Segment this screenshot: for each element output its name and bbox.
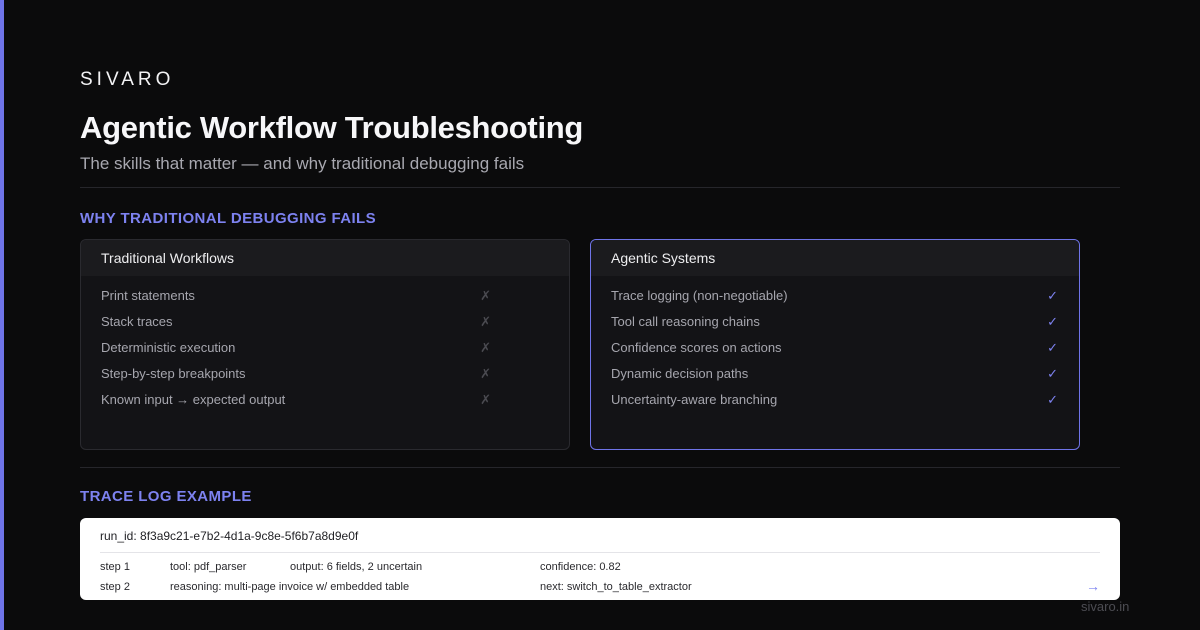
section-heading-trace: TRACE LOG EXAMPLE: [80, 488, 252, 505]
list-item: Stack traces ✗: [81, 313, 569, 339]
list-item: Step-by-step breakpoints ✗: [81, 365, 569, 391]
list-item: Known input → expected output ✗: [81, 391, 569, 417]
list-item-label: Trace logging (non-negotiable): [611, 288, 788, 303]
list-item: Trace logging (non-negotiable) ✓: [591, 287, 1079, 313]
agentic-systems-card: Agentic Systems Trace logging (non-negot…: [590, 239, 1080, 450]
check-icon: ✓: [1047, 392, 1058, 407]
list-item: Dynamic decision paths ✓: [591, 365, 1079, 391]
check-icon: ✓: [1047, 288, 1058, 303]
run-id: run_id: 8f3a9c21-e7b2-4d1a-9c8e-5f6b7a8d…: [100, 529, 359, 543]
cross-icon: ✗: [480, 340, 491, 355]
list-item: Uncertainty-aware branching ✓: [591, 391, 1079, 417]
divider: [80, 187, 1120, 188]
accent-bar: [0, 0, 4, 630]
list-item-label: Tool call reasoning chains: [611, 314, 760, 329]
trace-divider: [100, 552, 1100, 553]
cross-icon: ✗: [480, 314, 491, 329]
list-item-label: Known input → expected output: [101, 392, 286, 407]
arrow-right-icon: →: [1086, 578, 1100, 594]
traditional-workflows-card: Traditional Workflows Print statements ✗ …: [80, 239, 570, 450]
card-title: Traditional Workflows: [81, 240, 569, 276]
section-heading-why: WHY TRADITIONAL DEBUGGING FAILS: [80, 210, 377, 227]
list-item-label: Step-by-step breakpoints: [101, 366, 246, 381]
trace-row: step 1 tool: pdf_parser output: 6 fields…: [80, 561, 1120, 577]
list-item-label: Stack traces: [101, 314, 173, 329]
list-item: Confidence scores on actions ✓: [591, 339, 1079, 365]
trace-step: step 2: [100, 581, 130, 593]
list-item: Tool call reasoning chains ✓: [591, 313, 1079, 339]
trace-reasoning: reasoning: multi-page invoice w/ embedde…: [170, 581, 410, 593]
list-item-label: Dynamic decision paths: [611, 366, 749, 381]
trace-output: output: 6 fields, 2 uncertain: [290, 561, 423, 573]
trace-log-panel: run_id: 8f3a9c21-e7b2-4d1a-9c8e-5f6b7a8d…: [80, 518, 1120, 600]
trace-next: next: switch_to_table_extractor: [540, 581, 692, 593]
trace-step: step 1: [100, 561, 130, 573]
check-icon: ✓: [1047, 366, 1058, 381]
page-title: Agentic Workflow Troubleshooting: [80, 110, 584, 145]
trace-confidence: confidence: 0.82: [540, 561, 621, 573]
trace-tool: tool: pdf_parser: [170, 561, 247, 573]
card-title: Agentic Systems: [591, 240, 1079, 276]
list-item-label: Print statements: [101, 288, 195, 303]
check-icon: ✓: [1047, 314, 1058, 329]
list-item-label: Uncertainty-aware branching: [611, 392, 778, 407]
cross-icon: ✗: [480, 366, 491, 381]
list-item-label: Deterministic execution: [101, 340, 236, 355]
check-icon: ✓: [1047, 340, 1058, 355]
agentic-list: Trace logging (non-negotiable) ✓ Tool cal…: [591, 276, 1079, 417]
footer-url: sivaro.in: [1081, 599, 1130, 614]
divider: [80, 467, 1120, 468]
list-item: Deterministic execution ✗: [81, 339, 569, 365]
page-subtitle: The skills that matter — and why traditi…: [80, 154, 525, 173]
cross-icon: ✗: [480, 392, 491, 407]
traditional-list: Print statements ✗ Stack traces ✗ Determin…: [81, 276, 569, 417]
cross-icon: ✗: [480, 288, 491, 303]
trace-row: step 2 reasoning: multi-page invoice w/ …: [80, 581, 1120, 597]
list-item-label: Confidence scores on actions: [611, 340, 782, 355]
list-item: Print statements ✗: [81, 287, 569, 313]
brand-logo: SIVARO: [80, 69, 175, 90]
